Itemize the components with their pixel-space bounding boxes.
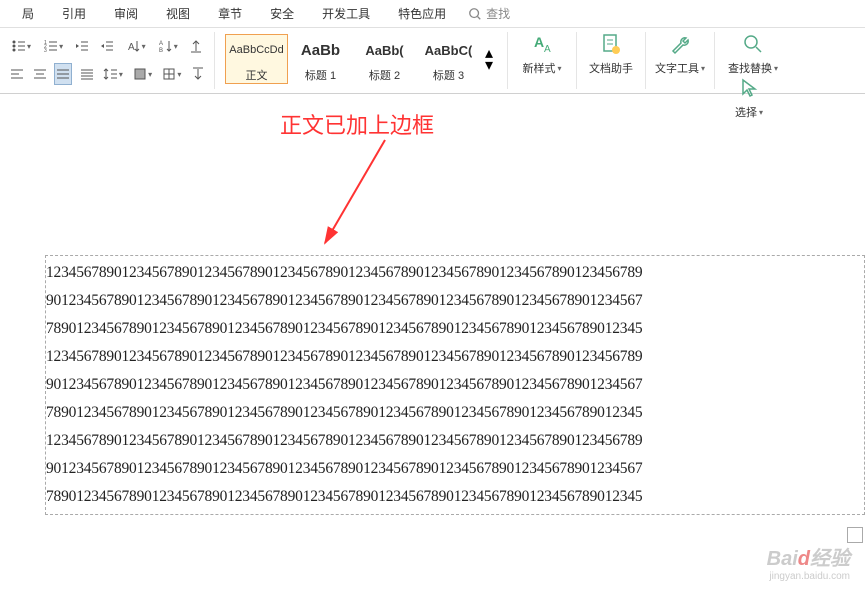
- side-widget[interactable]: [847, 527, 863, 543]
- decrease-indent-button[interactable]: [72, 35, 91, 57]
- style-normal[interactable]: AaBbCcDd 正文: [225, 34, 288, 84]
- watermark-url: jingyan.baidu.com: [767, 571, 850, 582]
- svg-text:A: A: [159, 41, 163, 47]
- align-distribute-button[interactable]: [78, 63, 95, 85]
- dropdown-icon: ▾: [774, 64, 778, 73]
- sort-button[interactable]: AB▾: [155, 35, 181, 57]
- watermark: Baid经验 jingyan.baidu.com: [767, 542, 850, 582]
- doc-line: 9012345678901234567890123456789012345678…: [46, 371, 864, 399]
- style-heading2[interactable]: AaBb( 标题 2: [353, 34, 416, 84]
- dropdown-icon: ▾: [759, 108, 763, 117]
- doc-line: 9012345678901234567890123456789012345678…: [46, 455, 864, 483]
- menu-item[interactable]: 视图: [152, 1, 204, 26]
- document-icon: [599, 32, 623, 56]
- doc-line: 1234567890123456789012345678901234567890…: [46, 427, 864, 455]
- menu-item[interactable]: 章节: [204, 1, 256, 26]
- menu-item[interactable]: 审阅: [100, 1, 152, 26]
- menu-item[interactable]: 引用: [48, 1, 100, 26]
- menu-item[interactable]: 局: [8, 1, 48, 26]
- doc-line: 9012345678901234567890123456789012345678…: [46, 287, 864, 315]
- align-justify-button[interactable]: [54, 63, 72, 85]
- svg-text:A: A: [128, 42, 135, 53]
- ribbon-toolbar: ▾ 123▾ A▾ AB▾ ▾ ▾ ▾ AaBbCcDd 正文: [0, 28, 865, 94]
- dropdown-icon: ▾: [557, 64, 561, 73]
- button-label: 查找替换: [728, 60, 772, 76]
- doc-line: 7890123456789012345678901234567890123456…: [46, 399, 864, 427]
- svg-text:A: A: [534, 34, 544, 50]
- button-label: 新样式: [522, 60, 555, 76]
- magnifier-icon: [741, 32, 765, 56]
- document-area: 1234567890123456789012345678901234567890…: [45, 255, 865, 515]
- find-group: 查找替换▾ 选择▾: [715, 32, 791, 89]
- doc-assist-group: 文档助手: [577, 32, 646, 89]
- style-label: 标题 1: [305, 67, 336, 83]
- move-up-button[interactable]: [187, 35, 206, 57]
- search-icon: [468, 7, 482, 21]
- doc-line: 7890123456789012345678901234567890123456…: [46, 315, 864, 343]
- style-heading3[interactable]: AaBbC( 标题 3: [417, 34, 480, 84]
- menu-item[interactable]: 特色应用: [384, 1, 460, 26]
- numbering-button[interactable]: 123▾: [40, 35, 66, 57]
- increase-indent-button[interactable]: [97, 35, 116, 57]
- svg-text:A: A: [544, 44, 551, 55]
- align-left-button[interactable]: [8, 63, 25, 85]
- svg-text:B: B: [159, 48, 163, 54]
- svg-text:3: 3: [44, 48, 47, 54]
- style-preview: AaBbCcDd: [229, 35, 283, 65]
- new-style-group: AA 新样式▾: [508, 32, 577, 89]
- button-label: 选择: [735, 104, 757, 120]
- styles-group: AaBbCcDd 正文 AaBb 标题 1 AaBb( 标题 2 AaBbC( …: [215, 32, 508, 89]
- style-preview: AaBb: [301, 35, 340, 65]
- doc-assist-button[interactable]: 文档助手: [583, 32, 639, 76]
- find-replace-button[interactable]: 查找替换▾: [721, 32, 785, 76]
- button-label: 文字工具: [655, 60, 699, 76]
- paragraph-group: ▾ 123▾ A▾ AB▾ ▾ ▾ ▾: [0, 32, 215, 89]
- text-direction-button[interactable]: A▾: [123, 35, 149, 57]
- search-placeholder: 查找: [486, 5, 510, 22]
- line-spacing-button[interactable]: ▾: [101, 63, 124, 85]
- doc-line: 1234567890123456789012345678901234567890…: [46, 343, 864, 371]
- doc-line: 7890123456789012345678901234567890123456…: [46, 483, 864, 511]
- search-box[interactable]: 查找: [468, 5, 510, 22]
- move-down-button[interactable]: [189, 63, 206, 85]
- style-preview: AaBbC(: [425, 35, 473, 65]
- style-heading1[interactable]: AaBb 标题 1: [289, 34, 352, 84]
- style-label: 标题 2: [369, 67, 400, 83]
- style-gallery-more[interactable]: ▴ ▾: [481, 34, 497, 84]
- menu-item[interactable]: 开发工具: [308, 1, 384, 26]
- menu-item[interactable]: 安全: [256, 1, 308, 26]
- doc-line: 1234567890123456789012345678901234567890…: [46, 259, 864, 287]
- style-preview: AaBb(: [365, 35, 403, 65]
- select-button[interactable]: 选择▾: [721, 76, 777, 120]
- dropdown-icon: ▾: [701, 64, 705, 73]
- new-style-icon: AA: [530, 32, 554, 56]
- text-tool-button[interactable]: 文字工具▾: [652, 32, 708, 76]
- text-tool-group: 文字工具▾: [646, 32, 715, 89]
- align-center-button[interactable]: [31, 63, 48, 85]
- new-style-button[interactable]: AA 新样式▾: [514, 32, 570, 76]
- cursor-icon: [737, 76, 761, 100]
- button-label: 文档助手: [589, 60, 633, 76]
- borders-button[interactable]: ▾: [160, 63, 183, 85]
- document-page[interactable]: 1234567890123456789012345678901234567890…: [45, 255, 865, 515]
- watermark-logo: Baid经验: [767, 542, 850, 571]
- wrench-icon: [668, 32, 692, 56]
- annotation-arrow: [310, 135, 400, 255]
- shading-button[interactable]: ▾: [130, 63, 153, 85]
- bullets-button[interactable]: ▾: [8, 35, 34, 57]
- chevron-down-icon: ▾: [481, 60, 497, 70]
- style-gallery: AaBbCcDd 正文 AaBb 标题 1 AaBb( 标题 2 AaBbC( …: [221, 32, 501, 86]
- style-label: 正文: [246, 67, 268, 83]
- menu-bar: 局 引用 审阅 视图 章节 安全 开发工具 特色应用 查找: [0, 0, 865, 28]
- style-label: 标题 3: [433, 67, 464, 83]
